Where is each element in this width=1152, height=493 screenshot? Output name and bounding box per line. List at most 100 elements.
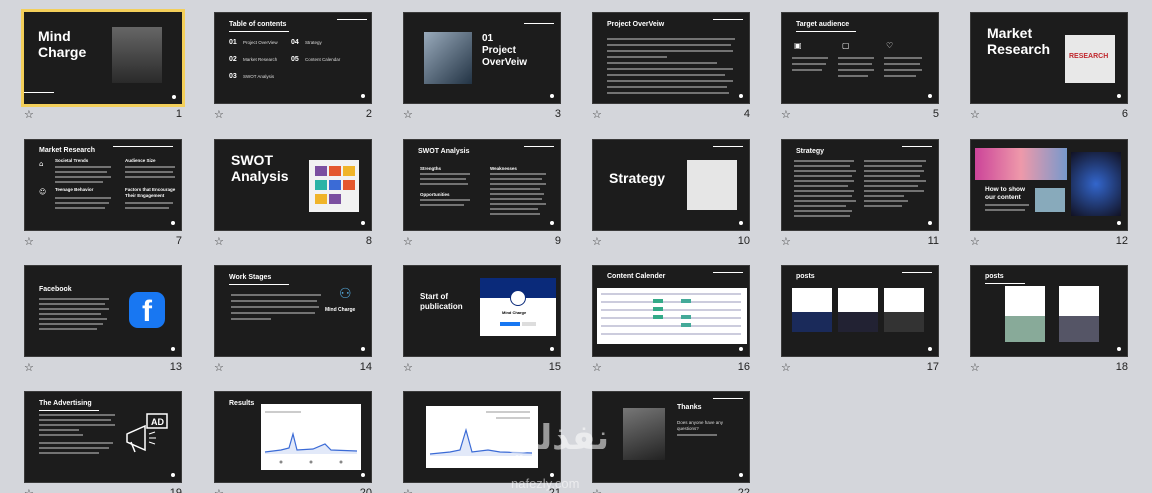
star-icon[interactable]: ☆ [781, 109, 793, 121]
slide-thumbnail-2[interactable]: Table of contents 01 Project OverView 02… [214, 12, 376, 126]
section-heading: Societal Trends [55, 158, 89, 163]
star-icon[interactable]: ☆ [970, 109, 982, 121]
strategy-image [687, 160, 737, 210]
text-line [39, 447, 109, 449]
page-name: Mind Charge [502, 310, 527, 315]
slide-thumbnail-21[interactable]: ☆ 21 [403, 391, 565, 493]
slide-title: Mind Charge [38, 28, 87, 60]
divider [113, 146, 173, 147]
star-icon[interactable]: ☆ [781, 362, 793, 374]
text-line [792, 57, 828, 59]
text-line [864, 180, 926, 182]
slide-thumbnail-6[interactable]: Market Research RESEARCH ☆ 6 [970, 12, 1132, 126]
star-icon[interactable]: ☆ [24, 109, 36, 121]
star-icon[interactable]: ☆ [592, 109, 604, 121]
star-icon[interactable]: ☆ [592, 488, 604, 493]
question-text: Does anyone have any questions? [677, 420, 724, 431]
text-line [55, 197, 111, 199]
slide-number: 20 [359, 487, 372, 493]
slide-number: 13 [169, 361, 182, 373]
slide-4-canvas: Project OverVeiw [592, 12, 750, 104]
star-icon[interactable]: ☆ [970, 362, 982, 374]
slide-thumbnail-16[interactable]: Content Calender ☆ 16 [592, 265, 754, 379]
slide-12-canvas: How to show our content [970, 139, 1128, 231]
star-icon[interactable]: ☆ [403, 236, 415, 248]
text-line [794, 205, 846, 207]
slide-number: 7 [175, 235, 182, 247]
slide-thumbnail-5[interactable]: Target audience ▣ ▢ ♡ ☆ 5 [781, 12, 943, 126]
text-line [55, 202, 109, 204]
text-line [794, 200, 856, 202]
slide-thumbnail-22[interactable]: Thanks Does anyone have any questions? ☆… [592, 391, 754, 493]
star-icon[interactable]: ☆ [214, 109, 226, 121]
toc-number: 03 [229, 73, 237, 80]
slide-thumbnail-19[interactable]: The Advertising AD ☆ 19 [24, 391, 186, 493]
text-line [490, 188, 540, 190]
text-line [884, 57, 922, 59]
star-icon[interactable]: ☆ [24, 362, 36, 374]
slide-thumbnail-10[interactable]: Strategy ☆ 10 [592, 139, 754, 253]
text-line [794, 185, 848, 187]
slide-thumbnail-3[interactable]: 01 Project OverVeiw ☆ 3 [403, 12, 565, 126]
section-heading: Audience Size [125, 158, 156, 163]
slide-thumbnail-4[interactable]: Project OverVeiw ☆ 4 [592, 12, 754, 126]
post-image [1005, 286, 1045, 342]
slide-thumbnail-14[interactable]: Work Stages ⚇ Mind Charge ☆ 14 [214, 265, 376, 379]
star-icon[interactable]: ☆ [592, 362, 604, 374]
star-icon[interactable]: ☆ [24, 488, 36, 493]
slide-13-canvas: Facebook f [24, 265, 182, 357]
text-line [490, 198, 542, 200]
meditation-photo [112, 27, 162, 83]
star-icon[interactable]: ☆ [970, 236, 982, 248]
slide-title: posts [796, 273, 815, 280]
slide-title: How to show our content [985, 186, 1026, 201]
text-line [838, 75, 868, 77]
text-line [420, 178, 466, 180]
divider [713, 272, 743, 273]
section-heading: Weaknesses [490, 166, 517, 171]
text-line [864, 190, 924, 192]
star-icon[interactable]: ☆ [403, 109, 415, 121]
text-line [864, 205, 902, 207]
text-line [794, 190, 854, 192]
slide-2-canvas: Table of contents 01 Project OverView 02… [214, 12, 372, 104]
hands-phones-photo [975, 148, 1067, 180]
slide-thumbnail-7[interactable]: Market Research Societal Trends Audience… [24, 139, 186, 253]
text-line [420, 183, 468, 185]
star-icon[interactable]: ☆ [24, 236, 36, 248]
text-line [792, 69, 822, 71]
star-icon[interactable]: ☆ [592, 236, 604, 248]
star-icon[interactable]: ☆ [214, 362, 226, 374]
text-line [55, 207, 105, 209]
slide-thumbnail-1[interactable]: Mind Charge ☆ 1 [21, 9, 186, 126]
star-icon[interactable]: ☆ [403, 488, 415, 493]
slide-thumbnail-18[interactable]: posts ☆ 18 [970, 265, 1132, 379]
calendar-table-image [597, 288, 747, 344]
text-line [490, 193, 544, 195]
slide-thumbnail-9[interactable]: SWOT Analysis Strengths Weaknesses Oppor… [403, 139, 565, 253]
text-line [55, 181, 103, 183]
user-icon: ☺ [39, 188, 47, 196]
star-icon[interactable]: ☆ [214, 488, 226, 493]
text-line [39, 303, 105, 305]
text-line [125, 176, 175, 178]
slide-thumbnail-12[interactable]: How to show our content ☆ 12 [970, 139, 1132, 253]
star-icon[interactable]: ☆ [781, 236, 793, 248]
text-line [884, 63, 920, 65]
star-icon[interactable]: ☆ [214, 236, 226, 248]
slide-thumbnail-8[interactable]: SWOT Analysis ☆ 8 [214, 139, 376, 253]
slide-number: 22 [737, 487, 750, 493]
slide-thumbnail-17[interactable]: posts ☆ 17 [781, 265, 943, 379]
text-line [607, 74, 725, 76]
star-icon[interactable]: ☆ [403, 362, 415, 374]
divider [524, 146, 554, 147]
text-line [125, 166, 175, 168]
slide-number: 14 [359, 361, 372, 373]
slide-number: 15 [548, 361, 561, 373]
slide-21-canvas [403, 391, 561, 483]
slide-thumbnail-13[interactable]: Facebook f ☆ 13 [24, 265, 186, 379]
slide-thumbnail-15[interactable]: Start of publication Mind Charge ☆ 15 [403, 265, 565, 379]
section-heading: Teenage Behavior [55, 187, 94, 192]
slide-thumbnail-11[interactable]: Strategy ☆ 11 [781, 139, 943, 253]
slide-thumbnail-20[interactable]: Results ☆ 20 [214, 391, 376, 493]
